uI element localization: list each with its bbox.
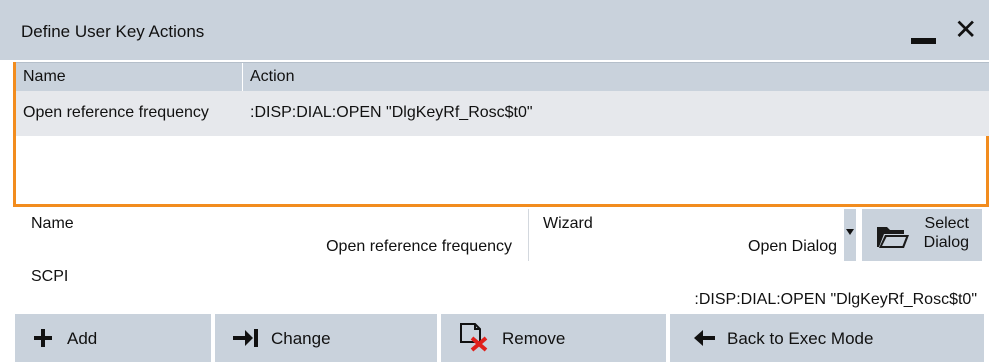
wizard-label: Wizard — [543, 215, 593, 232]
change-button[interactable]: Change — [215, 314, 437, 362]
dialog-title: Define User Key Actions — [21, 22, 205, 41]
remove-label: Remove — [502, 329, 566, 348]
add-label: Add — [67, 329, 98, 348]
arrow-left-icon — [694, 330, 715, 346]
column-header-name[interactable]: Name — [16, 63, 243, 92]
name-value: Open reference frequency — [326, 238, 512, 255]
back-label: Back to Exec Mode — [727, 329, 874, 348]
actions-table: Name Action Open reference frequency :DI… — [13, 62, 989, 207]
select-dialog-label-2: Dialog — [923, 234, 969, 251]
dropdown-arrow-icon[interactable] — [844, 209, 856, 261]
close-icon[interactable]: ✕ — [954, 14, 977, 46]
select-dialog-button[interactable]: Select Dialog — [862, 209, 982, 261]
title-bar: Define User Key Actions ✕ — [0, 0, 989, 60]
plus-icon — [34, 329, 52, 347]
change-label: Change — [271, 329, 331, 348]
column-header-action[interactable]: Action — [243, 63, 989, 92]
document-remove-icon — [460, 323, 488, 352]
arrow-right-bar-icon — [233, 329, 258, 347]
add-button[interactable]: Add — [15, 314, 211, 362]
wizard-value: Open Dialog — [748, 238, 837, 255]
button-bar: Add Change Remove Back to Exec Mode — [0, 314, 989, 362]
cell-action: :DISP:DIAL:OPEN "DlgKeyRf_Rosc$t0" — [250, 104, 533, 121]
select-dialog-label-1: Select — [924, 215, 969, 232]
remove-button[interactable]: Remove — [441, 314, 666, 362]
scpi-label: SCPI — [31, 268, 69, 285]
scpi-value: :DISP:DIAL:OPEN "DlgKeyRf_Rosc$t0" — [694, 291, 977, 308]
scpi-field[interactable]: SCPI :DISP:DIAL:OPEN "DlgKeyRf_Rosc$t0" — [15, 262, 984, 312]
cell-name: Open reference frequency — [23, 104, 209, 121]
table-row[interactable]: Open reference frequency :DISP:DIAL:OPEN… — [16, 91, 989, 136]
minimize-icon[interactable] — [911, 38, 936, 44]
table-header: Name Action — [16, 62, 989, 92]
name-field[interactable]: Name Open reference frequency — [15, 209, 529, 261]
back-to-exec-mode-button[interactable]: Back to Exec Mode — [670, 314, 984, 362]
name-label: Name — [31, 215, 74, 232]
folder-icon — [877, 227, 909, 248]
wizard-dropdown[interactable]: Wizard Open Dialog — [530, 209, 850, 261]
